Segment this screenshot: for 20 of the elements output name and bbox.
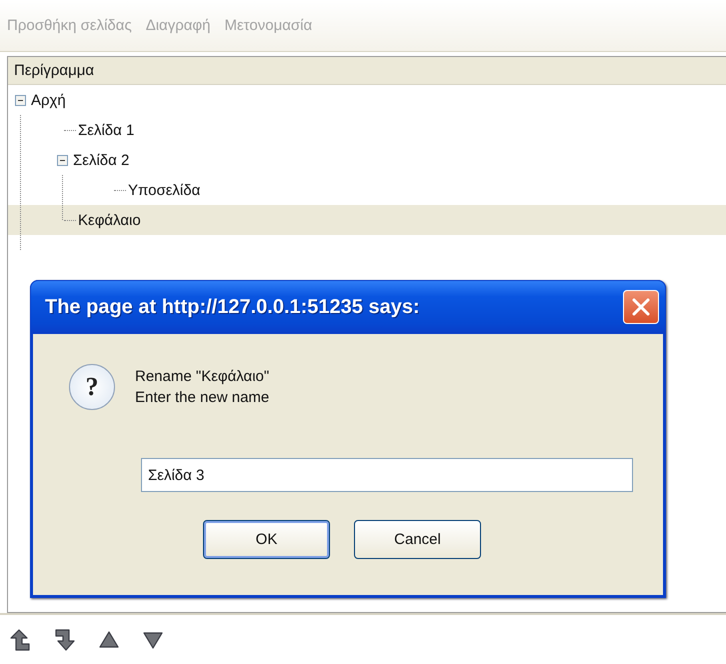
dialog-message: Rename "Κεφάλαιο" — [135, 368, 270, 385]
dialog-button[interactable]: Cancel — [354, 520, 481, 559]
tree-item[interactable]: Αρχή — [31, 92, 66, 108]
collapse-icon[interactable] — [15, 94, 26, 106]
dialog-message: Enter the new name — [135, 389, 270, 406]
tree-item[interactable]: Σελίδα 2 — [73, 152, 130, 168]
collapse-icon[interactable] — [57, 154, 68, 166]
dialog-title: The page at http://127.0.0.1:51235 says: — [45, 296, 420, 318]
close-button[interactable] — [623, 290, 659, 324]
input-field[interactable]: Σελίδα 3 — [141, 458, 633, 492]
tree-item[interactable]: Σελίδα 1 — [78, 122, 134, 138]
selected-row-highlight[interactable]: Κεφάλαιο — [8, 205, 726, 235]
question-icon: ? — [69, 364, 115, 410]
tree-item[interactable]: Κεφάλαιο — [78, 212, 141, 228]
panel-header: Περίγραμμα — [8, 57, 726, 85]
up-turn-arrow-icon[interactable] — [10, 628, 32, 652]
dialog-button[interactable]: OK — [203, 520, 330, 559]
down-turn-arrow-icon[interactable] — [54, 628, 76, 652]
tree-item[interactable]: Υποσελίδα — [128, 182, 200, 198]
close-icon — [631, 297, 651, 317]
